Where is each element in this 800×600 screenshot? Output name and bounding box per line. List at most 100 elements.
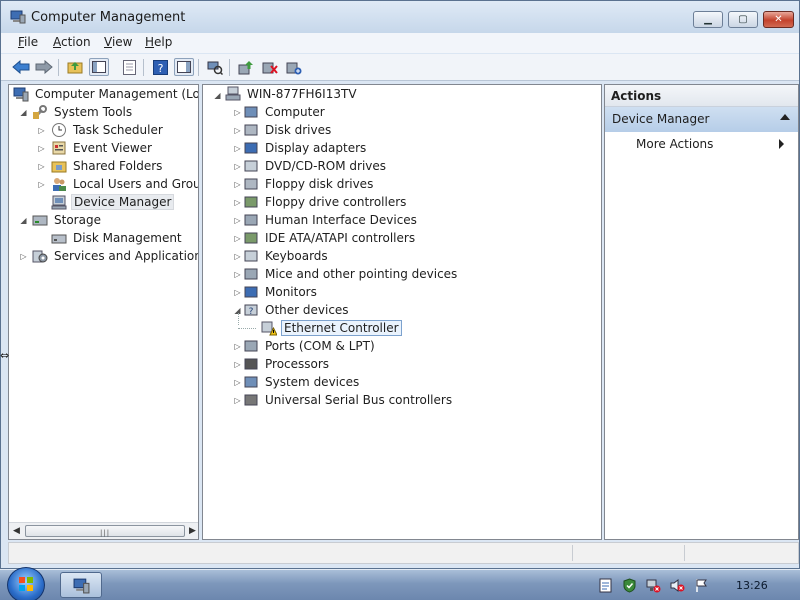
tree-item-storage[interactable]: Storage bbox=[32, 211, 103, 229]
device-category-processors[interactable]: Processors bbox=[243, 355, 331, 373]
action-center-flag-tray-icon[interactable] bbox=[694, 578, 709, 593]
submenu-arrow-icon[interactable] bbox=[779, 139, 784, 149]
uninstall-button[interactable] bbox=[260, 58, 280, 76]
expand-arrow-icon[interactable]: ▷ bbox=[233, 360, 242, 369]
expand-arrow-icon[interactable]: ▷ bbox=[233, 162, 242, 171]
device-category-floppy-drive-controllers[interactable]: Floppy drive controllers bbox=[243, 193, 408, 211]
computer-management-icon bbox=[10, 10, 26, 24]
scan-hardware-icon bbox=[207, 61, 223, 75]
expand-arrow-icon[interactable]: ▷ bbox=[37, 180, 46, 189]
tree-item-services-applications[interactable]: Services and Applications bbox=[32, 247, 198, 265]
update-driver-button[interactable] bbox=[236, 58, 256, 76]
expand-arrow-icon[interactable]: ▷ bbox=[37, 126, 46, 135]
back-button[interactable] bbox=[11, 58, 31, 76]
properties-button[interactable] bbox=[119, 58, 139, 76]
taskbar-clock[interactable]: 13:26 bbox=[736, 579, 768, 592]
device-category-system-devices[interactable]: System devices bbox=[243, 373, 361, 391]
forward-button[interactable] bbox=[34, 58, 54, 76]
help-button[interactable]: ? bbox=[150, 58, 170, 76]
show-hide-console-tree-button[interactable] bbox=[89, 58, 109, 76]
expand-arrow-icon[interactable]: ▷ bbox=[233, 270, 242, 279]
minimize-button[interactable]: ▁ bbox=[693, 11, 723, 28]
expand-arrow-icon[interactable]: ▷ bbox=[233, 180, 242, 189]
disk-drive-icon bbox=[244, 124, 258, 136]
expand-arrow-icon[interactable]: ▷ bbox=[233, 396, 242, 405]
scrollbar-thumb[interactable]: ||| bbox=[25, 525, 185, 537]
device-category-other-devices[interactable]: ? Other devices bbox=[243, 301, 351, 319]
expand-arrow-icon[interactable]: ▷ bbox=[233, 144, 242, 153]
tree-item-event-viewer[interactable]: Event Viewer bbox=[51, 139, 154, 157]
expand-arrow-icon[interactable]: ▷ bbox=[233, 198, 242, 207]
windows-logo-icon bbox=[19, 577, 33, 591]
network-disconnected-tray-icon[interactable] bbox=[646, 578, 661, 593]
collapse-up-icon[interactable] bbox=[780, 114, 790, 120]
device-category-keyboards[interactable]: Keyboards bbox=[243, 247, 330, 265]
tree-item-device-manager[interactable]: Device Manager bbox=[51, 193, 175, 211]
device-item-ethernet-controller[interactable]: Ethernet Controller bbox=[261, 319, 402, 337]
device-category-human-interface-devices[interactable]: Human Interface Devices bbox=[243, 211, 419, 229]
expand-arrow-icon[interactable]: ▷ bbox=[233, 252, 242, 261]
security-shield-tray-icon[interactable] bbox=[622, 578, 637, 593]
device-category-floppy-disk-drives[interactable]: Floppy disk drives bbox=[243, 175, 375, 193]
device-tree-root[interactable]: WIN-877FH6I13TV bbox=[225, 85, 359, 103]
device-category-computer[interactable]: Computer bbox=[243, 103, 327, 121]
device-category-usb-controllers[interactable]: Universal Serial Bus controllers bbox=[243, 391, 454, 409]
device-category-label: Disk drives bbox=[265, 123, 332, 137]
title-bar[interactable]: Computer Management ▁ ▢ ✕ bbox=[1, 1, 799, 33]
tree-item-shared-folders[interactable]: Shared Folders bbox=[51, 157, 164, 175]
expand-arrow-icon[interactable]: ▷ bbox=[233, 378, 242, 387]
device-category-disk-drives[interactable]: Disk drives bbox=[243, 121, 333, 139]
expand-arrow-icon[interactable]: ▷ bbox=[233, 288, 242, 297]
device-category-ports-com-lpt[interactable]: Ports (COM & LPT) bbox=[243, 337, 377, 355]
computer-management-icon bbox=[73, 578, 90, 594]
scroll-left-arrow-icon[interactable]: ◀ bbox=[13, 526, 20, 536]
toolbar: ? bbox=[1, 54, 799, 81]
taskbar-computer-management-button[interactable] bbox=[60, 572, 102, 598]
tree-item-disk-management[interactable]: Disk Management bbox=[51, 229, 184, 247]
storage-icon bbox=[32, 215, 48, 226]
menu-view[interactable]: View bbox=[104, 35, 132, 49]
expand-arrow-icon[interactable]: ▷ bbox=[233, 216, 242, 225]
device-category-label: Human Interface Devices bbox=[265, 213, 417, 227]
clock-icon bbox=[52, 123, 66, 137]
collapse-arrow-icon[interactable]: ◢ bbox=[213, 91, 222, 100]
tree-item-system-tools[interactable]: System Tools bbox=[32, 103, 134, 121]
menu-action[interactable]: Action bbox=[53, 35, 91, 49]
expand-arrow-icon[interactable]: ▷ bbox=[233, 342, 242, 351]
actions-section-device-manager[interactable]: Device Manager bbox=[605, 107, 798, 132]
horizontal-scrollbar[interactable]: ◀ ||| ▶ bbox=[9, 522, 198, 539]
show-hide-action-pane-button[interactable] bbox=[174, 58, 194, 76]
maximize-button[interactable]: ▢ bbox=[728, 11, 758, 28]
close-button[interactable]: ✕ bbox=[763, 11, 794, 28]
device-category-mice-pointing-devices[interactable]: Mice and other pointing devices bbox=[243, 265, 459, 283]
collapse-arrow-icon[interactable]: ◢ bbox=[19, 216, 28, 225]
device-category-ide-ata-atapi-controllers[interactable]: IDE ATA/ATAPI controllers bbox=[243, 229, 417, 247]
tree-root-computer-management[interactable]: Computer Management (Local bbox=[13, 85, 199, 103]
expand-arrow-icon[interactable]: ▷ bbox=[233, 234, 242, 243]
expand-arrow-icon[interactable]: ▷ bbox=[233, 108, 242, 117]
menu-file[interactable]: File bbox=[18, 35, 38, 49]
start-button[interactable] bbox=[7, 567, 45, 600]
device-category-display-adapters[interactable]: Display adapters bbox=[243, 139, 368, 157]
tree-item-local-users-groups[interactable]: Local Users and Groups bbox=[51, 175, 198, 193]
device-tree-pane[interactable]: ◢ WIN-877FH6I13TV ▷ Computer ▷ Disk drives ▷… bbox=[202, 84, 602, 540]
tree-label: Computer Management (Local bbox=[35, 87, 199, 101]
console-tree-pane[interactable]: Computer Management (Local ◢ System Tool… bbox=[8, 84, 199, 540]
computer-icon bbox=[225, 86, 241, 101]
enable-device-button[interactable] bbox=[284, 58, 304, 76]
up-one-level-button[interactable] bbox=[65, 58, 85, 76]
scan-hardware-changes-button[interactable] bbox=[205, 58, 225, 76]
menu-help[interactable]: Help bbox=[145, 35, 172, 49]
expand-arrow-icon[interactable]: ▷ bbox=[19, 252, 28, 261]
tree-item-task-scheduler[interactable]: Task Scheduler bbox=[51, 121, 165, 139]
scroll-right-arrow-icon[interactable]: ▶ bbox=[189, 526, 196, 536]
collapse-arrow-icon[interactable]: ◢ bbox=[19, 108, 28, 117]
volume-muted-tray-icon[interactable] bbox=[670, 578, 685, 593]
expand-arrow-icon[interactable]: ▷ bbox=[233, 126, 242, 135]
device-category-dvd-cdrom-drives[interactable]: DVD/CD-ROM drives bbox=[243, 157, 388, 175]
device-category-monitors[interactable]: Monitors bbox=[243, 283, 319, 301]
expand-arrow-icon[interactable]: ▷ bbox=[37, 144, 46, 153]
more-actions-link[interactable]: More Actions bbox=[636, 137, 713, 151]
expand-arrow-icon[interactable]: ▷ bbox=[37, 162, 46, 171]
document-tray-icon[interactable] bbox=[598, 578, 613, 593]
